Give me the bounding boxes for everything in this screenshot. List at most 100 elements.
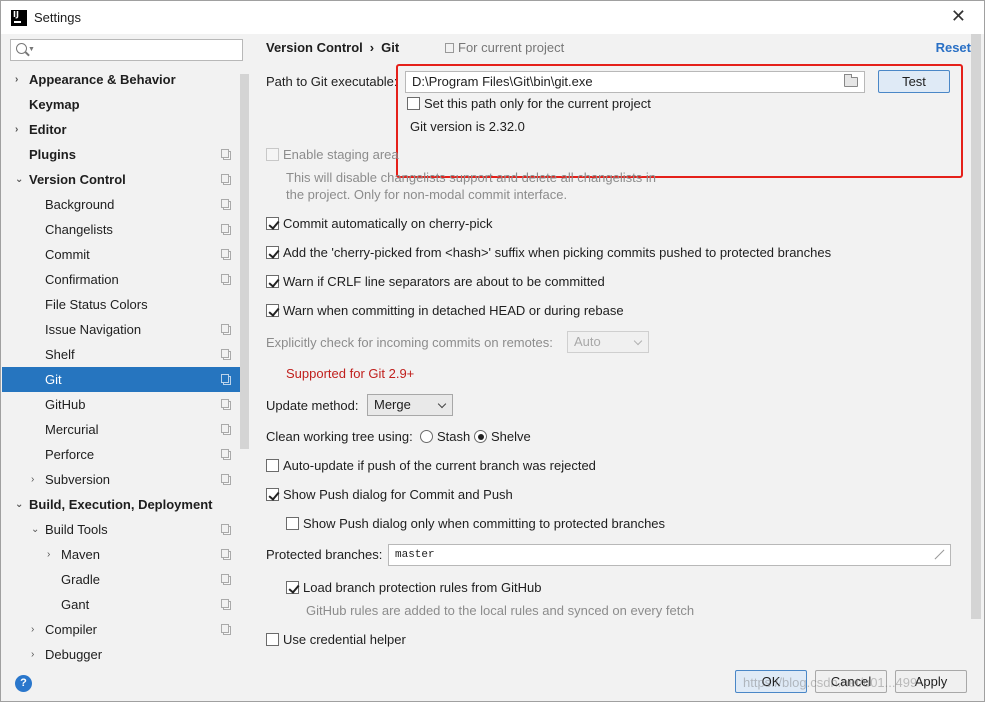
chevron-down-icon[interactable]: ⌄ bbox=[15, 492, 23, 517]
sidebar-scrollbar[interactable] bbox=[240, 74, 249, 449]
settings-tree: › Appearance & Behavior Keymap › Editor Plugi… bbox=[2, 67, 249, 662]
sidebar-item-github[interactable]: GitHub bbox=[2, 392, 249, 417]
sidebar-item-shelf[interactable]: Shelf bbox=[2, 342, 249, 367]
project-scope-icon bbox=[221, 549, 231, 560]
project-scope-icon bbox=[221, 424, 231, 435]
sidebar-item-commit[interactable]: Commit bbox=[2, 242, 249, 267]
clean-tree-label: Clean working tree using: bbox=[266, 429, 413, 444]
project-scope-icon bbox=[221, 224, 231, 235]
auto-update-checkbox[interactable] bbox=[266, 459, 279, 472]
project-scope-icon bbox=[221, 624, 231, 635]
expand-icon[interactable] bbox=[933, 549, 944, 560]
chevron-right-icon[interactable]: › bbox=[31, 642, 34, 662]
sidebar-item-keymap[interactable]: Keymap bbox=[2, 92, 249, 117]
show-push-protected-label: Show Push dialog only when committing to… bbox=[303, 516, 666, 531]
sidebar-item-maven[interactable]: › Maven bbox=[2, 542, 249, 567]
sidebar-item-label: Git bbox=[45, 372, 62, 387]
chevron-down-icon: ▼ bbox=[28, 46, 35, 53]
project-scope-icon bbox=[221, 449, 231, 460]
window-title: Settings bbox=[34, 10, 81, 25]
crlf-warn-checkbox[interactable] bbox=[266, 275, 279, 288]
sidebar-item-editor[interactable]: › Editor bbox=[2, 117, 249, 142]
sidebar-item-perforce[interactable]: Perforce bbox=[2, 442, 249, 467]
project-scope-icon bbox=[221, 274, 231, 285]
project-scope-icon bbox=[221, 399, 231, 410]
sidebar-item-label: Maven bbox=[61, 547, 101, 562]
chevron-right-icon[interactable]: › bbox=[31, 467, 34, 492]
staging-area-label: Enable staging area bbox=[283, 147, 399, 162]
project-scope-icon bbox=[221, 174, 231, 185]
shelve-label: Shelve bbox=[491, 429, 531, 444]
sidebar-item-gant[interactable]: Gant bbox=[2, 592, 249, 617]
close-icon[interactable]: ✕ bbox=[951, 6, 966, 26]
chevron-down-icon[interactable]: ⌄ bbox=[31, 517, 39, 542]
breadcrumb-parent[interactable]: Version Control bbox=[266, 40, 363, 55]
sidebar-item-git[interactable]: Git bbox=[2, 367, 249, 392]
sidebar-item-appearance-behavior[interactable]: › Appearance & Behavior bbox=[2, 67, 249, 92]
sidebar-item-background[interactable]: Background bbox=[2, 192, 249, 217]
sidebar-item-changelists[interactable]: Changelists bbox=[2, 217, 249, 242]
cherry-pick-suffix-checkbox[interactable] bbox=[266, 246, 279, 259]
sidebar-item-label: Gant bbox=[61, 597, 90, 612]
main-scrollbar[interactable] bbox=[971, 34, 981, 619]
sidebar-item-label: Subversion bbox=[45, 472, 111, 487]
help-icon[interactable]: ? bbox=[15, 675, 32, 692]
project-scope-icon bbox=[221, 249, 231, 260]
update-method-select[interactable]: Merge bbox=[367, 394, 453, 416]
show-push-dialog-checkbox[interactable] bbox=[266, 488, 279, 501]
cherry-pick-commit-checkbox[interactable] bbox=[266, 217, 279, 230]
detached-head-checkbox[interactable] bbox=[266, 304, 279, 317]
github-rules-label: Load branch protection rules from GitHub bbox=[303, 580, 542, 595]
sidebar-item-compiler[interactable]: › Compiler bbox=[2, 617, 249, 642]
sidebar-item-build-tools[interactable]: ⌄ Build Tools bbox=[2, 517, 249, 542]
sidebar-item-build-execution-deployment[interactable]: ⌄ Build, Execution, Deployment bbox=[2, 492, 249, 517]
path-label: Path to Git executable: bbox=[266, 74, 398, 89]
chevron-down-icon bbox=[437, 399, 447, 409]
stash-radio[interactable] bbox=[420, 430, 433, 443]
highlight-box bbox=[396, 64, 963, 178]
reset-link[interactable]: Reset bbox=[936, 40, 971, 55]
chevron-down-icon[interactable]: ⌄ bbox=[15, 167, 23, 192]
sidebar-item-label: GitHub bbox=[45, 397, 86, 412]
shelve-radio[interactable] bbox=[474, 430, 487, 443]
project-scope-icon bbox=[445, 43, 454, 53]
sidebar-item-label: Issue Navigation bbox=[45, 322, 142, 337]
chevron-right-icon[interactable]: › bbox=[15, 117, 18, 142]
sidebar-item-subversion[interactable]: › Subversion bbox=[2, 467, 249, 492]
breadcrumb-current: Git bbox=[381, 40, 400, 55]
github-rules-checkbox[interactable] bbox=[286, 581, 299, 594]
update-method-label: Update method: bbox=[266, 398, 359, 413]
sidebar-item-plugins[interactable]: Plugins bbox=[2, 142, 249, 167]
sidebar-item-label: File Status Colors bbox=[45, 297, 148, 312]
project-scope-icon bbox=[221, 374, 231, 385]
sidebar-item-label: Editor bbox=[29, 122, 67, 137]
show-push-dialog-label: Show Push dialog for Commit and Push bbox=[283, 487, 513, 502]
sidebar-item-label: Build, Execution, Deployment bbox=[29, 497, 213, 512]
sidebar-item-gradle[interactable]: Gradle bbox=[2, 567, 249, 592]
sidebar-item-issue-navigation[interactable]: Issue Navigation bbox=[2, 317, 249, 342]
github-rules-desc: GitHub rules are added to the local rule… bbox=[306, 603, 695, 618]
staging-area-checkbox bbox=[266, 148, 279, 161]
incoming-commits-label: Explicitly check for incoming commits on… bbox=[266, 335, 553, 350]
sidebar-item-label: Debugger bbox=[45, 647, 103, 662]
sidebar-item-file-status-colors[interactable]: File Status Colors bbox=[2, 292, 249, 317]
project-scope-icon bbox=[221, 574, 231, 585]
chevron-right-icon[interactable]: › bbox=[47, 542, 50, 567]
sidebar-item-label: Compiler bbox=[45, 622, 98, 637]
chevron-down-icon bbox=[633, 336, 643, 346]
sidebar-item-confirmation[interactable]: Confirmation bbox=[2, 267, 249, 292]
sidebar-item-mercurial[interactable]: Mercurial bbox=[2, 417, 249, 442]
credential-helper-checkbox[interactable] bbox=[266, 633, 279, 646]
sidebar-item-version-control[interactable]: ⌄ Version Control bbox=[2, 167, 249, 192]
search-input[interactable]: ▼ bbox=[10, 39, 243, 61]
sidebar-item-debugger[interactable]: › Debugger bbox=[2, 642, 249, 662]
protected-branches-input[interactable]: master bbox=[388, 544, 951, 566]
cherry-pick-suffix-label: Add the 'cherry-picked from <hash>' suff… bbox=[283, 245, 832, 260]
project-scope-icon bbox=[221, 599, 231, 610]
sidebar-item-label: Appearance & Behavior bbox=[29, 72, 176, 87]
project-scope-icon bbox=[221, 349, 231, 360]
chevron-right-icon[interactable]: › bbox=[31, 617, 34, 642]
chevron-right-icon[interactable]: › bbox=[15, 67, 18, 92]
show-push-protected-checkbox[interactable] bbox=[286, 517, 299, 530]
git-settings-panel: Version Control › Git For current project … bbox=[250, 34, 984, 662]
